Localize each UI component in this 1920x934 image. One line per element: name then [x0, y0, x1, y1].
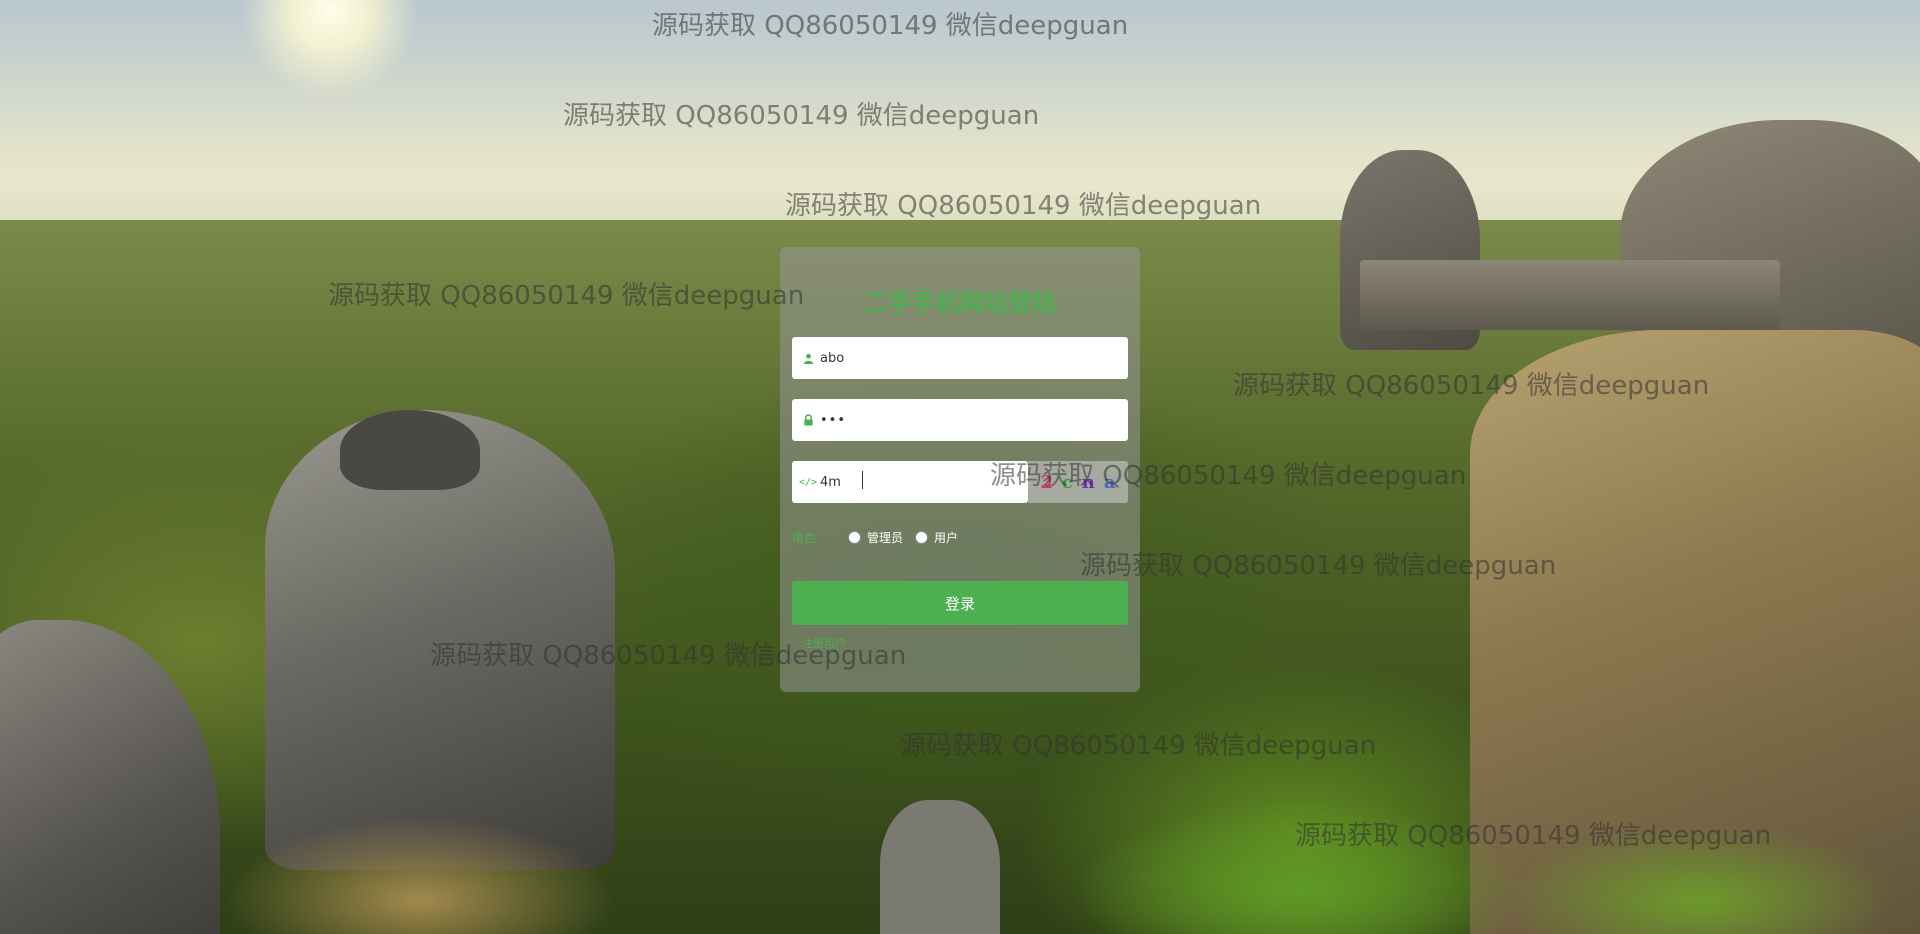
stone-bridge — [1360, 260, 1780, 330]
captcha-char: c — [1061, 471, 1073, 493]
lock-icon — [800, 399, 816, 441]
rock-pillar-cap — [340, 410, 480, 490]
foreground-bushes — [0, 780, 1920, 934]
captcha-char: n — [1081, 471, 1095, 493]
username-input[interactable] — [820, 337, 1110, 379]
role-option-user: 用户 — [934, 530, 959, 545]
role-radio-admin[interactable] — [848, 530, 861, 544]
captcha-field[interactable]: </> — [792, 461, 1028, 503]
text-cursor — [862, 471, 863, 489]
role-option-admin: 管理员 — [867, 530, 904, 545]
role-radio-user[interactable] — [915, 530, 929, 544]
password-field[interactable] — [792, 399, 1128, 441]
captcha-char: 2 — [1040, 471, 1053, 493]
login-panel: 二手手机网站登陆 </> 2 c n a 角色 管理员 用户 登录 注册用户 — [780, 247, 1140, 692]
login-title: 二手手机网站登陆 — [864, 289, 1056, 317]
login-button[interactable]: 登录 — [792, 581, 1128, 625]
captcha-image[interactable]: 2 c n a — [1028, 461, 1128, 503]
username-field[interactable] — [792, 337, 1128, 379]
register-link[interactable]: 注册用户 — [802, 635, 846, 651]
user-icon — [800, 337, 816, 379]
captcha-input[interactable] — [820, 461, 1010, 503]
code-icon: </> — [798, 476, 818, 488]
role-selector: 角色 管理员 用户 — [792, 525, 1128, 549]
password-input[interactable] — [820, 399, 1110, 441]
captcha-char: a — [1103, 471, 1116, 493]
role-label: 角色 — [792, 530, 817, 545]
